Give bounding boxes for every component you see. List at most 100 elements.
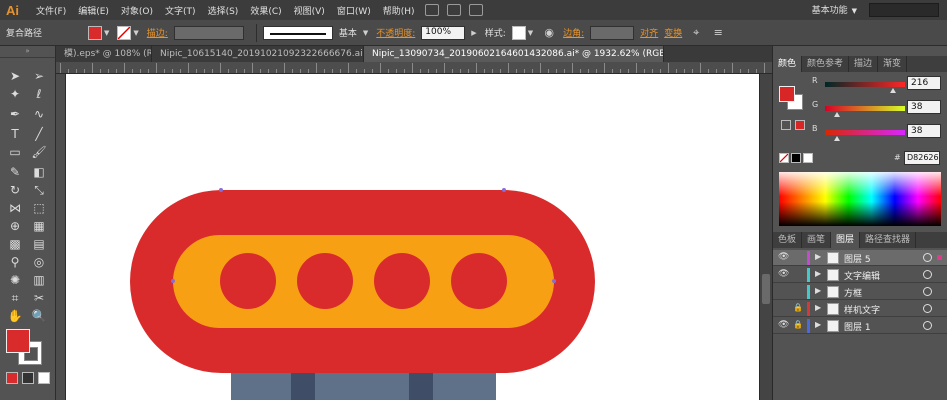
blue-slider-track[interactable] [825,130,905,135]
layer-name[interactable]: 方框 [844,286,862,299]
isolate-icon[interactable]: ⌖ [688,26,704,40]
layer-row[interactable]: 👁 🔒 ▶ 图层 1 [773,318,947,334]
tab-swatches[interactable]: 色板 [773,232,803,248]
lock-icon[interactable]: 🔒 [793,320,803,329]
gradient-tool-icon[interactable]: ▤ [30,236,48,252]
tab-color[interactable]: 颜色 [773,56,803,72]
mesh-tool-icon[interactable]: ▩ [6,236,24,252]
corner-label[interactable]: 边角: [563,26,584,39]
tab-stroke[interactable]: 描边 [849,56,879,72]
hex-input[interactable]: D82626 [904,151,940,165]
stroke-style-label[interactable]: 基本 [339,26,357,39]
green-slider-handle[interactable] [833,112,840,117]
horizontal-ruler[interactable] [56,62,772,74]
anchor-point[interactable] [502,188,506,192]
tab-pathfinder[interactable]: 路径查找器 [860,232,917,248]
zoom-tool-icon[interactable]: 🔍 [30,308,48,324]
tab-layers[interactable]: 图层 [831,232,861,248]
lasso-tool-icon[interactable]: ℓ [30,86,48,102]
target-circle-icon[interactable] [923,287,932,296]
visibility-eye-icon[interactable]: 👁 [778,252,789,262]
chevron-down-icon[interactable]: ▼ [363,29,368,37]
align-link[interactable]: 对齐 [640,26,658,39]
corner-input[interactable] [590,25,635,40]
menu-type[interactable]: 文字(T) [159,4,202,17]
direct-selection-tool-icon[interactable]: ➢ [30,68,48,84]
target-circle-icon[interactable] [923,253,932,262]
free-transform-tool-icon[interactable]: ⬚ [30,200,48,216]
gradient-mode-swatch[interactable] [22,372,34,384]
white-swatch[interactable] [803,153,813,163]
green-slider-track[interactable] [825,106,905,111]
magic-wand-tool-icon[interactable]: ✦ [6,86,24,102]
chevron-down-icon[interactable]: ▼ [528,29,533,37]
menu-window[interactable]: 窗口(W) [331,4,377,17]
line-tool-icon[interactable]: ╱ [30,126,48,142]
visibility-eye-icon[interactable]: 👁 [778,320,789,330]
menu-file[interactable]: 文件(F) [30,4,72,17]
red-dot[interactable] [297,253,353,309]
anchor-point[interactable] [219,188,223,192]
rotate-tool-icon[interactable]: ↻ [6,182,24,198]
artboard-canvas[interactable] [66,74,759,400]
red-value-input[interactable]: 216 [907,76,941,90]
opacity-label[interactable]: 不透明度: [376,26,415,39]
expand-arrow-icon[interactable]: ▶ [815,303,821,312]
chevron-down-icon[interactable]: ▼ [104,29,109,37]
expand-arrow-icon[interactable]: ▶ [815,286,821,295]
target-circle-icon[interactable] [923,321,932,330]
arrange-documents-icon[interactable] [446,4,461,16]
stroke-none-swatch[interactable] [117,25,132,40]
layer-row[interactable]: 👁 ▶ 图层 5 [773,250,947,266]
layer-name[interactable]: 样机文字 [844,303,880,316]
document-tab[interactable]: 模).eps* @ 108% (RGB/... [56,46,152,62]
document-tab-active[interactable]: Nipic_13090734_20190602164601432086.ai* … [364,46,664,62]
none-swatch[interactable] [779,153,789,163]
symbol-sprayer-tool-icon[interactable]: ✺ [6,272,24,288]
stroke-label[interactable]: 描边: [147,26,168,39]
eyedropper-tool-icon[interactable]: ⚲ [6,254,24,270]
tab-brushes[interactable]: 画笔 [802,232,832,248]
scale-tool-icon[interactable]: ⤡ [30,182,48,198]
shape-builder-tool-icon[interactable]: ⊕ [6,218,24,234]
chevron-right-icon[interactable]: ▶ [471,29,476,37]
color-spectrum[interactable] [779,172,941,226]
menu-select[interactable]: 选择(S) [202,4,245,17]
layer-name[interactable]: 图层 1 [844,320,871,333]
base-block[interactable] [231,369,496,400]
anchor-point[interactable] [171,279,175,283]
red-slider-track[interactable] [825,82,905,87]
document-tab[interactable]: Nipic_10615140_20191021092322666676.ai*× [152,46,364,62]
vertical-ruler[interactable] [56,74,66,400]
expand-arrow-icon[interactable]: ▶ [815,320,821,329]
scrollbar-thumb[interactable] [762,274,770,304]
bridge-icon[interactable] [424,4,439,16]
slice-tool-icon[interactable]: ✂ [30,290,48,306]
layer-name[interactable]: 图层 5 [844,252,871,265]
blend-tool-icon[interactable]: ◎ [30,254,48,270]
stroke-weight-input[interactable] [173,25,244,40]
tab-gradient[interactable]: 渐变 [878,56,908,72]
eraser-tool-icon[interactable]: ◧ [30,164,48,180]
menu-view[interactable]: 视图(V) [288,4,331,17]
expand-arrow-icon[interactable]: ▶ [815,252,821,261]
fill-swatch[interactable] [88,25,103,40]
type-tool-icon[interactable]: T [6,126,24,142]
curvature-tool-icon[interactable]: ∿ [30,106,48,122]
selection-tool-icon[interactable]: ➤ [6,68,24,84]
menu-edit[interactable]: 编辑(E) [72,4,115,17]
anchor-point[interactable] [552,279,556,283]
visibility-eye-icon[interactable]: 👁 [778,269,789,279]
pen-tool-icon[interactable]: ✒ [6,106,24,122]
none-mode-swatch[interactable] [38,372,50,384]
red-slider-handle[interactable] [889,88,896,93]
graphic-style-swatch[interactable] [511,25,526,40]
transform-link[interactable]: 变换 [664,26,682,39]
color-mode-swatch[interactable] [6,372,18,384]
paintbrush-tool-icon[interactable]: 🖌 [30,144,48,160]
layer-row[interactable]: 👁 ▶ 文字编辑 [773,267,947,283]
stroke-profile-preview[interactable] [262,25,333,40]
column-graph-tool-icon[interactable]: ▥ [30,272,48,288]
green-value-input[interactable]: 38 [907,100,941,114]
layer-name[interactable]: 文字编辑 [844,269,880,282]
